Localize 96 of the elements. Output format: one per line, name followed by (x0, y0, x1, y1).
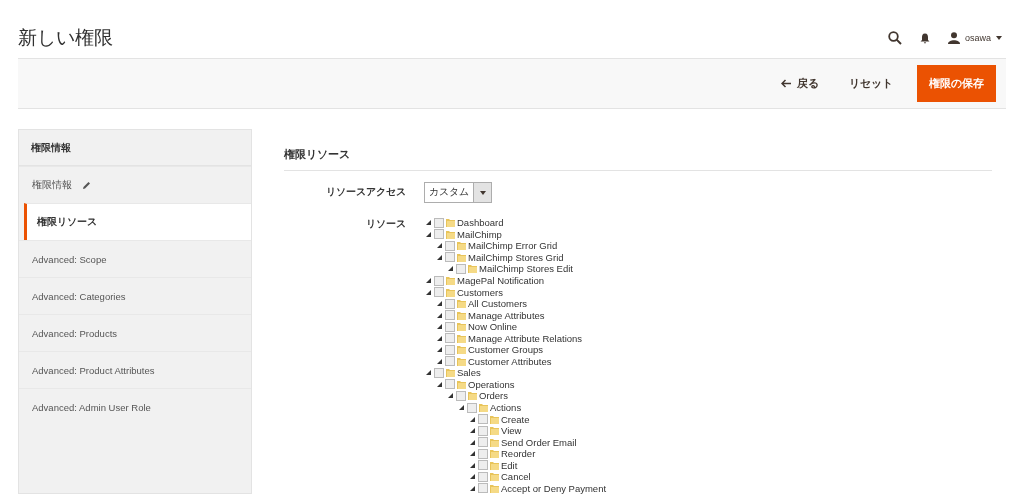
reset-button[interactable]: リセット (837, 68, 905, 99)
bell-icon[interactable] (920, 32, 930, 44)
sidebar-tab[interactable]: Advanced: Categories (19, 277, 251, 314)
expander-icon[interactable] (459, 405, 464, 410)
folder-icon (490, 414, 499, 424)
tree-item[interactable]: Edit (501, 459, 518, 471)
checkbox[interactable] (478, 448, 488, 459)
checkbox[interactable] (478, 483, 488, 494)
checkbox[interactable] (434, 287, 444, 298)
folder-icon (468, 391, 477, 401)
tree-item[interactable]: Create (501, 413, 530, 425)
tree-item[interactable]: Actions (490, 402, 522, 413)
checkbox[interactable] (478, 471, 488, 482)
checkbox[interactable] (445, 240, 455, 251)
folder-icon (490, 460, 499, 470)
tree-item[interactable]: Manage Attribute Relations (468, 332, 583, 344)
folder-icon (468, 264, 477, 274)
checkbox[interactable] (456, 263, 466, 274)
sidebar-tab[interactable]: Advanced: Product Attributes (19, 351, 251, 388)
tree-item[interactable]: Reorder (501, 448, 536, 460)
checkbox[interactable] (445, 344, 455, 355)
back-button[interactable]: 戻る (769, 68, 831, 99)
folder-icon (446, 287, 455, 297)
folder-icon (457, 241, 466, 251)
sidebar-tab[interactable]: 権限リソース (24, 203, 251, 240)
folder-icon (457, 379, 466, 389)
folder-icon (457, 356, 466, 366)
tree-item[interactable]: Sales (457, 367, 481, 379)
tree-item[interactable]: MailChimp Stores Grid (468, 251, 564, 263)
checkbox[interactable] (445, 321, 455, 332)
tree-item[interactable]: Now Online (468, 321, 518, 333)
user-icon[interactable] (948, 32, 960, 44)
tree-item[interactable]: Customer Groups (468, 344, 543, 356)
tree-item[interactable]: MailChimp Stores Edit (479, 263, 573, 275)
tree-item[interactable]: Cancel (501, 471, 531, 483)
field-label: リソース (365, 217, 407, 231)
caret-icon (479, 190, 486, 195)
checkbox[interactable] (445, 356, 455, 367)
sidebar-tab[interactable]: Advanced: Products (19, 314, 251, 351)
checkbox[interactable] (434, 367, 444, 378)
folder-icon (490, 426, 499, 436)
folder-icon (457, 345, 466, 355)
checkbox[interactable] (478, 437, 488, 448)
checkbox[interactable] (445, 379, 455, 390)
folder-icon (446, 276, 455, 285)
tree-item[interactable]: Customers (457, 286, 503, 298)
folder-icon (457, 299, 466, 309)
checkbox[interactable] (456, 390, 466, 401)
checkbox[interactable] (434, 229, 444, 240)
folder-icon (446, 368, 455, 378)
folder-icon (479, 403, 488, 412)
tree-item[interactable]: Operations (468, 378, 515, 390)
sidebar-title: 権限情報 (19, 130, 251, 166)
folder-icon (490, 437, 499, 447)
checkbox[interactable] (478, 425, 488, 436)
tree-item[interactable]: View (501, 425, 522, 437)
tree-item[interactable]: MagePal Notification (457, 275, 545, 286)
caret-icon[interactable] (996, 36, 1002, 40)
folder-icon (457, 310, 466, 320)
folder-icon (457, 322, 466, 332)
search-icon[interactable] (888, 31, 902, 45)
section-title: 権限リソース (284, 147, 992, 171)
username[interactable]: osawa (965, 33, 991, 43)
checkbox[interactable] (445, 310, 455, 321)
sidebar-tab[interactable]: Advanced: Admin User Role (19, 388, 251, 425)
checkbox[interactable] (445, 298, 455, 309)
tree-item[interactable]: All Customers (468, 298, 528, 310)
tree-item[interactable]: MailChimp Error Grid (468, 240, 558, 252)
field-label: リソースアクセス (325, 186, 407, 199)
tree-item[interactable]: MailChimp (457, 228, 502, 240)
checkbox[interactable] (445, 252, 455, 263)
access-dropdown[interactable]: カスタム (424, 182, 492, 203)
expander-icon[interactable] (426, 278, 431, 283)
folder-icon (490, 449, 499, 459)
folder-icon (490, 483, 499, 493)
folder-icon (446, 229, 455, 239)
checkbox[interactable] (478, 460, 488, 471)
sidebar-tab[interactable]: Advanced: Scope (19, 240, 251, 277)
tree-item[interactable]: Accept or Deny Payment (501, 482, 607, 494)
folder-icon (457, 252, 466, 262)
checkbox[interactable] (445, 333, 455, 344)
arrow-left-icon (781, 79, 791, 88)
tree-item[interactable]: Dashboard (457, 217, 504, 229)
checkbox[interactable] (434, 275, 444, 286)
tree-item[interactable]: Customer Attributes (468, 355, 552, 367)
checkbox[interactable] (467, 402, 477, 413)
folder-icon (457, 333, 466, 343)
tree-item[interactable]: Manage Attributes (468, 309, 545, 321)
folder-icon (446, 218, 455, 228)
page-title: 新しい権限 (18, 26, 114, 50)
tree-item[interactable]: Send Order Email (501, 436, 577, 448)
save-button[interactable]: 権限の保存 (917, 65, 996, 102)
checkbox[interactable] (478, 414, 488, 425)
tree-item[interactable]: Orders (479, 390, 509, 402)
folder-icon (490, 472, 499, 482)
checkbox[interactable] (434, 217, 444, 228)
